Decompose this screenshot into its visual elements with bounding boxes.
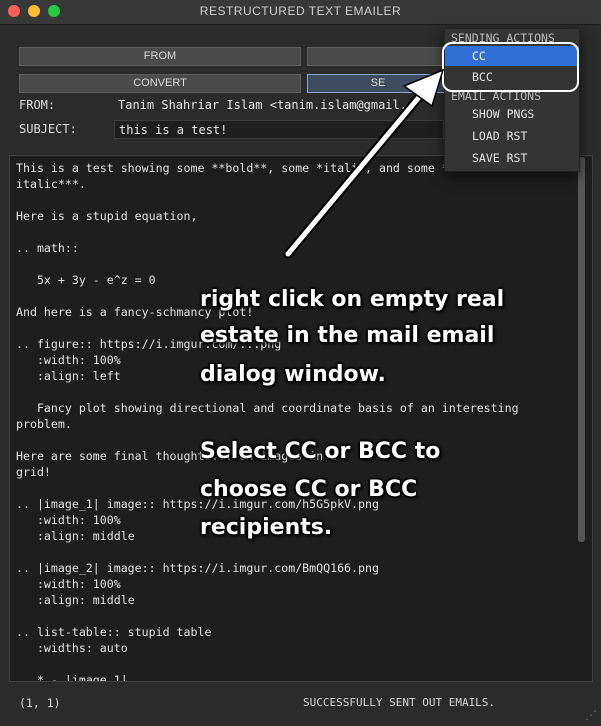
annotation-line: Select CC or BCC to: [200, 439, 441, 464]
annotation-line: dialog window.: [200, 362, 386, 387]
annotation-line: recipients.: [200, 515, 333, 540]
annotation-line: choose CC or BCC: [200, 477, 418, 502]
annotation-line: right click on empty real: [200, 287, 505, 312]
annotation-line: estate in the mail email: [200, 323, 495, 348]
